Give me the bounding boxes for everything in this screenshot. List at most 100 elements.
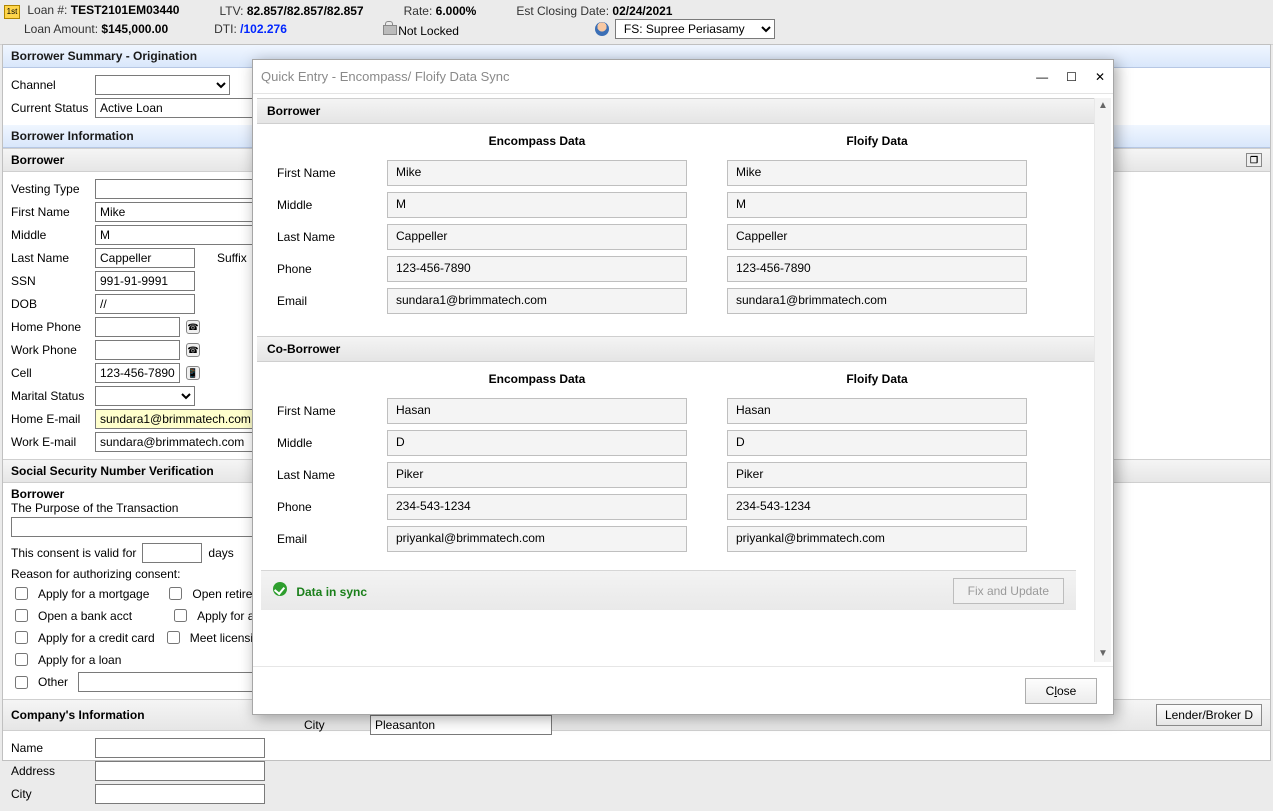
row-phone-label-2: Phone bbox=[277, 494, 387, 526]
chk-loan[interactable] bbox=[15, 653, 28, 666]
ltv-label: LTV: bbox=[219, 4, 243, 18]
ssnv-header-text: Social Security Number Verification bbox=[11, 464, 214, 478]
chk-retirement[interactable] bbox=[169, 587, 182, 600]
other-field[interactable] bbox=[78, 672, 258, 692]
r-city-field[interactable] bbox=[370, 715, 552, 735]
row-email-label: Email bbox=[277, 288, 387, 320]
workemail-field[interactable] bbox=[95, 432, 265, 452]
col-floify: Floify Data bbox=[727, 134, 1027, 148]
middle-label: Middle bbox=[11, 228, 89, 242]
c-enc-phone: 234-543-1234 bbox=[387, 494, 687, 520]
dialog-titlebar: Quick Entry - Encompass/ Floify Data Syn… bbox=[253, 60, 1113, 94]
ssn-label: SSN bbox=[11, 274, 89, 288]
fix-update-button[interactable]: Fix and Update bbox=[953, 578, 1064, 604]
company-address-field[interactable] bbox=[95, 761, 265, 781]
b-flo-lastname: Cappeller bbox=[727, 224, 1027, 250]
lastname-field[interactable] bbox=[95, 248, 195, 268]
chk-bank[interactable] bbox=[15, 609, 28, 622]
b-enc-lastname: Cappeller bbox=[387, 224, 687, 250]
col-encompass-2: Encompass Data bbox=[387, 372, 687, 386]
lock-icon bbox=[383, 21, 395, 35]
purpose-field[interactable] bbox=[11, 517, 255, 537]
row-firstname-label: First Name bbox=[277, 160, 387, 192]
channel-select[interactable] bbox=[95, 75, 230, 95]
firstname-field[interactable] bbox=[95, 202, 265, 222]
phone-icon[interactable]: ☎ bbox=[186, 343, 200, 357]
chk-license[interactable] bbox=[167, 631, 180, 644]
group-coborrower-header: Co-Borrower bbox=[257, 336, 1094, 362]
phone-icon[interactable]: ☎ bbox=[186, 320, 200, 334]
b-flo-firstname: Mike bbox=[727, 160, 1027, 186]
company-header-text: Company's Information bbox=[11, 708, 145, 722]
homephone-label: Home Phone bbox=[11, 320, 89, 334]
closing-label: Est Closing Date: bbox=[516, 4, 609, 18]
homeemail-field[interactable] bbox=[95, 409, 265, 429]
rate-value: 6.000% bbox=[436, 4, 477, 18]
row-lastname-label: Last Name bbox=[277, 224, 387, 256]
lbl-credit: Apply for a credit card bbox=[38, 631, 155, 645]
loan-officer-select[interactable]: FS: Supree Periasamy bbox=[615, 19, 775, 39]
row-firstname-label-2: First Name bbox=[277, 398, 387, 430]
c-enc-lastname: Piker bbox=[387, 462, 687, 488]
workemail-label: Work E-mail bbox=[11, 435, 89, 449]
c-enc-email: priyankal@brimmatech.com bbox=[387, 526, 687, 552]
consent-days-field[interactable] bbox=[142, 543, 202, 563]
ltv-value: 82.857/82.857/82.857 bbox=[247, 4, 364, 18]
marital-label: Marital Status bbox=[11, 389, 89, 403]
middle-field[interactable] bbox=[95, 225, 265, 245]
scroll-up-icon[interactable]: ▲ bbox=[1095, 98, 1111, 114]
row-phone-label: Phone bbox=[277, 256, 387, 288]
company-address-label: Address bbox=[11, 764, 89, 778]
vesting-field[interactable] bbox=[95, 179, 265, 199]
c-enc-middle: D bbox=[387, 430, 687, 456]
company-city-field[interactable] bbox=[95, 784, 265, 804]
b-enc-email: sundara1@brimmatech.com bbox=[387, 288, 687, 314]
cell-field[interactable] bbox=[95, 363, 180, 383]
vesting-label: Vesting Type bbox=[11, 182, 89, 196]
chk-credit[interactable] bbox=[15, 631, 28, 644]
loan-info-bar: 1st Loan #: TEST2101EM03440 LTV: 82.857/… bbox=[0, 0, 1273, 45]
marital-select[interactable] bbox=[95, 386, 195, 406]
c-enc-firstname: Hasan bbox=[387, 398, 687, 424]
user-icon bbox=[595, 22, 609, 36]
consent-text-2: days bbox=[208, 546, 233, 560]
lbl-loan: Apply for a loan bbox=[38, 653, 121, 667]
current-status-field[interactable] bbox=[95, 98, 265, 118]
homephone-field[interactable] bbox=[95, 317, 180, 337]
chk-other[interactable] bbox=[15, 676, 28, 689]
consent-text-1: This consent is valid for bbox=[11, 546, 136, 560]
c-flo-lastname: Piker bbox=[727, 462, 1027, 488]
company-name-label: Name bbox=[11, 741, 89, 755]
scroll-down-icon[interactable]: ▼ bbox=[1095, 646, 1111, 662]
mobile-icon[interactable]: 📱 bbox=[186, 366, 200, 380]
lock-status: Not Locked bbox=[398, 24, 459, 38]
chk-job[interactable] bbox=[174, 609, 187, 622]
dob-field[interactable] bbox=[95, 294, 195, 314]
sync-dialog: Quick Entry - Encompass/ Floify Data Syn… bbox=[252, 59, 1114, 715]
close-button[interactable]: Close bbox=[1025, 678, 1097, 704]
row-lastname-label-2: Last Name bbox=[277, 462, 387, 494]
b-enc-phone: 123-456-7890 bbox=[387, 256, 687, 282]
dialog-scrollbar[interactable]: ▲ ▼ bbox=[1095, 98, 1111, 662]
dti-label: DTI: bbox=[214, 22, 237, 36]
maximize-icon[interactable]: ☐ bbox=[1066, 70, 1077, 84]
minimize-icon[interactable]: — bbox=[1036, 70, 1048, 84]
lender-broker-button[interactable]: Lender/Broker D bbox=[1156, 704, 1262, 726]
lbl-bank: Open a bank acct bbox=[38, 609, 132, 623]
lbl-mortgage: Apply for a mortgage bbox=[38, 587, 149, 601]
workphone-label: Work Phone bbox=[11, 343, 89, 357]
copy-icon[interactable]: ❐ bbox=[1246, 153, 1262, 167]
chk-mortgage[interactable] bbox=[15, 587, 28, 600]
b-enc-middle: M bbox=[387, 192, 687, 218]
row-email-label-2: Email bbox=[277, 526, 387, 558]
ssn-field[interactable] bbox=[95, 271, 195, 291]
workphone-field[interactable] bbox=[95, 340, 180, 360]
loan-number-label: Loan #: bbox=[27, 3, 67, 17]
b-flo-phone: 123-456-7890 bbox=[727, 256, 1027, 282]
company-name-field[interactable] bbox=[95, 738, 265, 758]
b-flo-email: sundara1@brimmatech.com bbox=[727, 288, 1027, 314]
cell-label: Cell bbox=[11, 366, 89, 380]
close-icon[interactable]: ✕ bbox=[1095, 70, 1105, 84]
alert-badge-icon: 1st bbox=[4, 5, 20, 19]
homeemail-label: Home E-mail bbox=[11, 412, 89, 426]
